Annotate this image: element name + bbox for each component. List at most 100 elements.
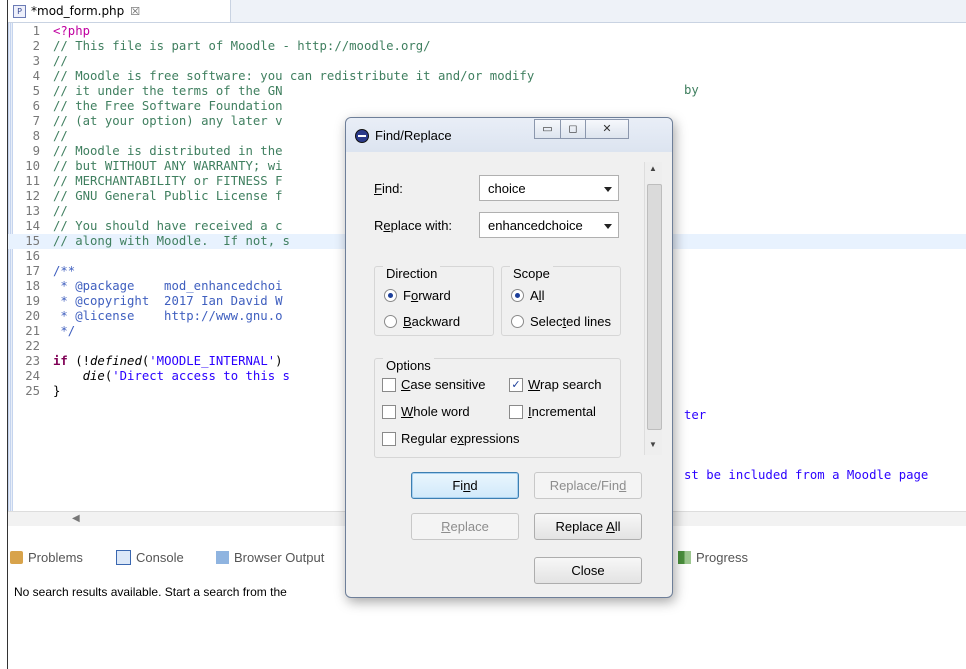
- console-icon: [116, 550, 131, 565]
- code-line[interactable]: 5 // it under the terms of the GN: [8, 84, 966, 99]
- options-group: Options Case sensitive ✓ Wrap search Whol…: [374, 358, 621, 458]
- php-file-icon: P: [13, 4, 26, 18]
- checkbox-wrap-search[interactable]: ✓ Wrap search: [509, 377, 601, 392]
- search-results-message: No search results available. Start a sea…: [14, 585, 287, 599]
- line-number: 2: [32, 39, 40, 53]
- line-number: 15: [25, 234, 40, 248]
- line-number: 1: [32, 24, 40, 38]
- line-number: 8: [32, 129, 40, 143]
- code-text: die('Direct access to this s: [82, 369, 290, 383]
- tab-console[interactable]: Console: [116, 550, 184, 565]
- eclipse-icon: [355, 129, 369, 143]
- code-text: // MERCHANTABILITY or FITNESS F: [53, 174, 283, 188]
- case-sensitive-checkbox[interactable]: [382, 377, 396, 392]
- line-number: 22: [25, 339, 40, 353]
- radio-backward-indicator[interactable]: [384, 315, 397, 328]
- replace-button[interactable]: Replace: [411, 513, 519, 540]
- radio-backward[interactable]: Backward: [384, 314, 460, 329]
- code-text: // (at your option) any later v: [53, 114, 283, 128]
- chevron-down-icon[interactable]: [604, 187, 612, 192]
- line-number: 20: [25, 309, 40, 323]
- close-button[interactable]: Close: [534, 557, 642, 584]
- dialog-vertical-scrollbar[interactable]: ▲ ▼: [644, 162, 662, 455]
- direction-title: Direction: [383, 266, 441, 281]
- checkbox-regex[interactable]: Regular expressions: [382, 431, 520, 446]
- code-text: // Moodle is free software: you can redi…: [53, 69, 535, 83]
- incremental-checkbox[interactable]: [509, 404, 523, 419]
- line-number: 16: [25, 249, 40, 263]
- close-tab-icon[interactable]: ☒: [130, 5, 140, 18]
- find-value: choice: [488, 181, 526, 196]
- radio-forward[interactable]: Forward: [384, 288, 451, 303]
- line-number: 9: [32, 144, 40, 158]
- code-text: //: [53, 129, 68, 143]
- code-text: // along with Moodle. If not, s: [53, 234, 290, 248]
- code-text: */: [53, 324, 76, 338]
- code-text: * @copyright 2017 Ian David W: [53, 294, 283, 308]
- code-fragment-line20: ter: [684, 408, 707, 422]
- code-text: }: [53, 384, 61, 398]
- line-number: 4: [32, 69, 40, 83]
- radio-forward-indicator[interactable]: [384, 289, 397, 302]
- line-number: 7: [32, 114, 40, 128]
- code-line[interactable]: 4 // Moodle is free software: you can red…: [8, 69, 966, 84]
- scroll-down-icon[interactable]: ▼: [649, 440, 657, 449]
- find-replace-dialog: Find/Replace ▭ ◻ ✕ Find: choice Replace …: [345, 117, 673, 598]
- browser-output-icon: [216, 551, 229, 564]
- code-text: // You should have received a c: [53, 219, 283, 233]
- regex-checkbox[interactable]: [382, 431, 396, 446]
- checkbox-case-sensitive[interactable]: Case sensitive: [382, 377, 486, 392]
- replace-label: Replace with:: [374, 218, 453, 233]
- scrollbar-thumb[interactable]: [647, 184, 662, 430]
- scroll-left-icon[interactable]: ◀: [72, 512, 80, 526]
- line-number: 21: [25, 324, 40, 338]
- line-number: 13: [25, 204, 40, 218]
- line-number: 18: [25, 279, 40, 293]
- code-line[interactable]: 2 // This file is part of Moodle - http:/…: [8, 39, 966, 54]
- tab-progress-label: Progress: [696, 550, 749, 565]
- find-combo[interactable]: choice: [479, 175, 619, 201]
- options-title: Options: [383, 358, 434, 373]
- window-close-button[interactable]: ✕: [585, 119, 629, 139]
- tab-progress[interactable]: Progress: [678, 550, 748, 565]
- dialog-title-bar[interactable]: Find/Replace ▭ ◻ ✕: [346, 118, 672, 152]
- line-number: 6: [32, 99, 40, 113]
- line-number: 11: [25, 174, 40, 188]
- code-text: // Moodle is distributed in the: [53, 144, 283, 158]
- line-number: 25: [25, 384, 40, 398]
- checkbox-whole-word[interactable]: Whole word: [382, 404, 470, 419]
- tab-browser-output[interactable]: Browser Output: [216, 550, 324, 565]
- replace-all-button[interactable]: Replace All: [534, 513, 642, 540]
- tab-problems[interactable]: Problems: [10, 550, 83, 565]
- code-fragment-line24: st be included from a Moodle page: [684, 468, 929, 482]
- chevron-down-icon[interactable]: [604, 224, 612, 229]
- radio-selected-lines-indicator[interactable]: [511, 315, 524, 328]
- maximize-button[interactable]: ◻: [560, 119, 586, 139]
- radio-all[interactable]: All: [511, 288, 544, 303]
- code-line[interactable]: 1 <?php: [8, 24, 966, 39]
- whole-word-checkbox[interactable]: [382, 404, 396, 419]
- editor-tab-bar: P *mod_form.php ☒: [8, 0, 966, 23]
- code-text: // it under the terms of the GN: [53, 84, 283, 98]
- replace-combo[interactable]: enhancedchoice: [479, 212, 619, 238]
- line-number: 23: [25, 354, 40, 368]
- find-button[interactable]: Find: [411, 472, 519, 499]
- scroll-up-icon[interactable]: ▲: [649, 164, 657, 173]
- checkbox-incremental[interactable]: Incremental: [509, 404, 596, 419]
- scope-title: Scope: [510, 266, 553, 281]
- line-number: 10: [25, 159, 40, 173]
- dialog-content: Find: choice Replace with: enhancedchoic…: [356, 162, 642, 590]
- progress-icon: [678, 551, 691, 564]
- wrap-search-checkbox[interactable]: ✓: [509, 377, 523, 392]
- replace-find-button[interactable]: Replace/Find: [534, 472, 642, 499]
- minimize-button[interactable]: ▭: [534, 119, 561, 139]
- code-line[interactable]: 6 // the Free Software Foundation: [8, 99, 966, 114]
- radio-all-indicator[interactable]: [511, 289, 524, 302]
- radio-selected-lines[interactable]: Selected lines: [511, 314, 611, 329]
- line-number: 19: [25, 294, 40, 308]
- scope-group: Scope All Selected lines: [501, 266, 621, 336]
- tab-console-label: Console: [136, 550, 184, 565]
- line-number: 17: [25, 264, 40, 278]
- code-line[interactable]: 3 //: [8, 54, 966, 69]
- editor-tab-mod-form[interactable]: P *mod_form.php ☒: [8, 0, 231, 22]
